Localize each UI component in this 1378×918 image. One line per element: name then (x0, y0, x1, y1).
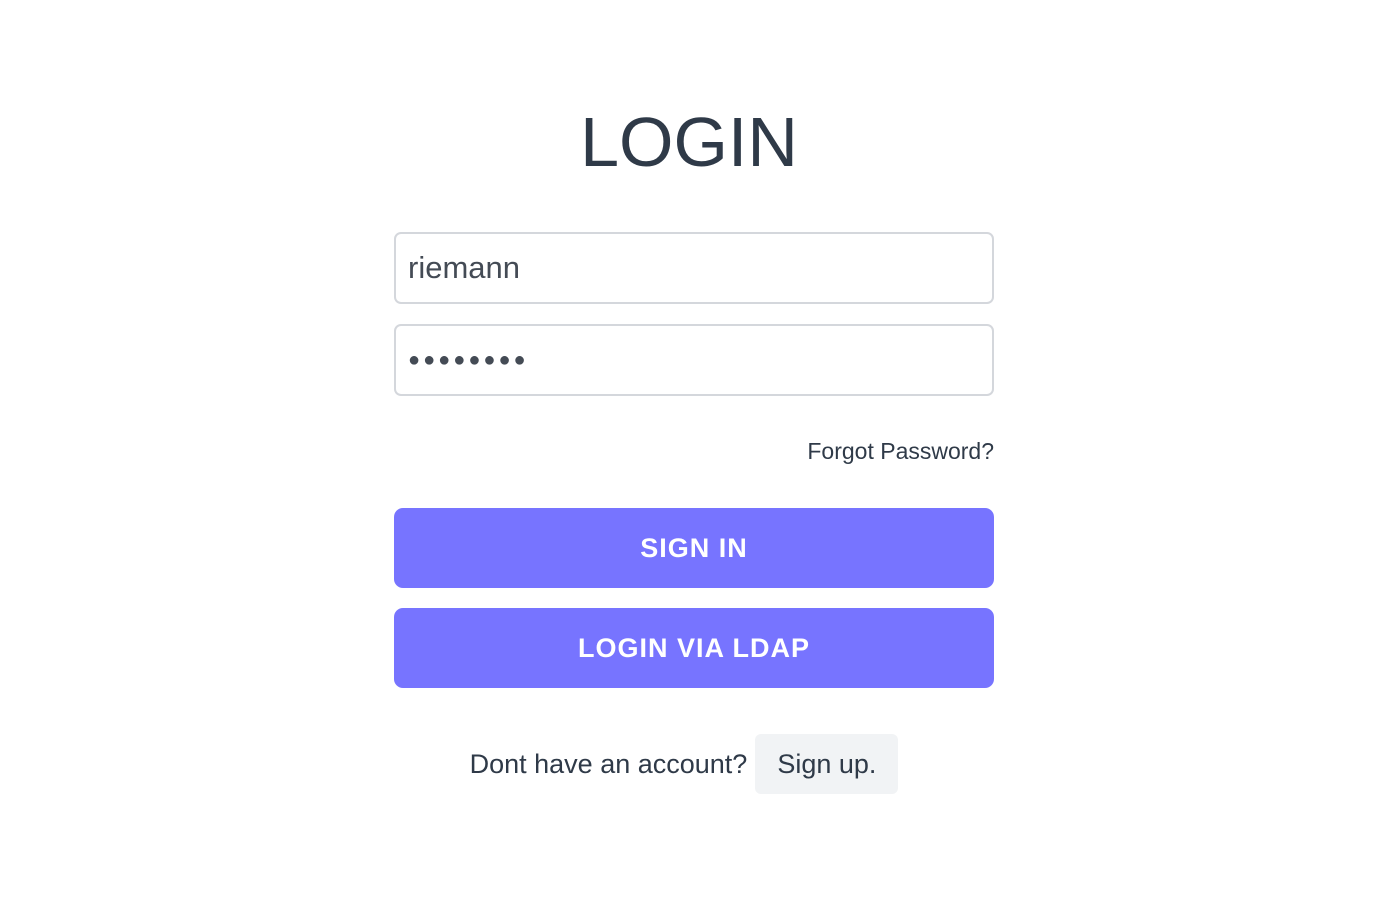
password-masked-value: ●●●●●●●● (408, 348, 529, 371)
forgot-password-link[interactable]: Forgot Password? (807, 436, 994, 466)
signup-prompt: Dont have an account? (469, 748, 748, 779)
sign-in-button[interactable]: SIGN IN (394, 508, 994, 588)
signup-row: Dont have an account? Sign up. (0, 734, 1378, 794)
username-input[interactable] (394, 232, 994, 304)
signup-link[interactable]: Sign up. (755, 734, 899, 794)
ldap-login-button[interactable]: LOGIN VIA LDAP (394, 608, 994, 688)
page-title: LOGIN (580, 103, 798, 181)
password-input[interactable]: ●●●●●●●● (394, 324, 994, 396)
